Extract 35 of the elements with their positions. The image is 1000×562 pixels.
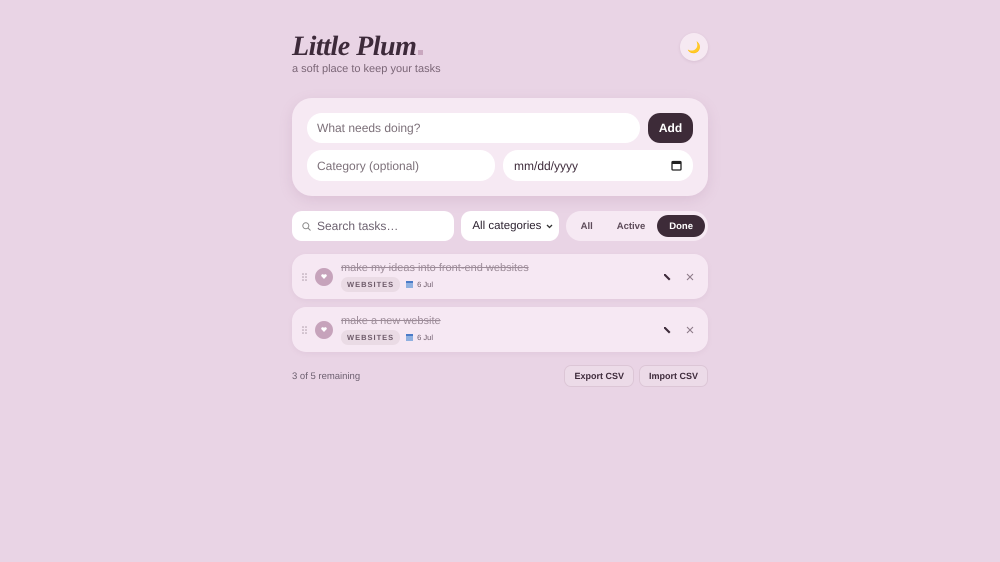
calendar-icon [406, 280, 414, 288]
date-field[interactable]: mm/dd/yyyy [503, 150, 693, 181]
drag-handle-icon[interactable] [302, 272, 307, 280]
tagline: a soft place to keep your tasks [292, 63, 441, 75]
filter-tab[interactable]: Done [657, 215, 705, 237]
remaining-count: 3 of 5 remaining [292, 370, 360, 382]
delete-button[interactable] [686, 326, 694, 334]
pencil-icon [663, 272, 671, 280]
done-checkbox[interactable] [315, 268, 333, 286]
csv-button[interactable]: Import CSV [638, 365, 708, 387]
task-title: make a new website [341, 314, 442, 326]
done-checkbox[interactable] [315, 320, 333, 338]
category-dropdown[interactable]: All categories [461, 211, 559, 241]
close-icon [686, 326, 694, 334]
category-input-field[interactable]: Category (optional) [307, 150, 495, 181]
task-input-field[interactable]: What needs doing? [307, 113, 640, 143]
filter-tab[interactable]: All [568, 215, 605, 237]
add-button[interactable]: Add [648, 113, 693, 143]
close-icon [686, 272, 694, 280]
delete-button[interactable] [686, 272, 694, 280]
edit-button[interactable] [663, 326, 671, 334]
heart-icon [321, 327, 327, 332]
calendar-icon [406, 334, 414, 340]
filter-tab[interactable]: Active [604, 215, 658, 237]
search-field[interactable]: Search tasks… [292, 211, 454, 241]
csv-button[interactable]: Export CSV [564, 365, 634, 387]
pencil-icon [663, 326, 671, 334]
chevron-down-icon [546, 224, 553, 228]
task-title: make my ideas into front-end websites [341, 262, 530, 274]
drag-handle-icon[interactable] [302, 326, 307, 334]
calendar-icon [671, 160, 682, 171]
app-title: Little Plum [292, 31, 416, 63]
search-icon [302, 222, 311, 231]
edit-button[interactable] [663, 272, 671, 280]
heart-icon [321, 274, 327, 279]
